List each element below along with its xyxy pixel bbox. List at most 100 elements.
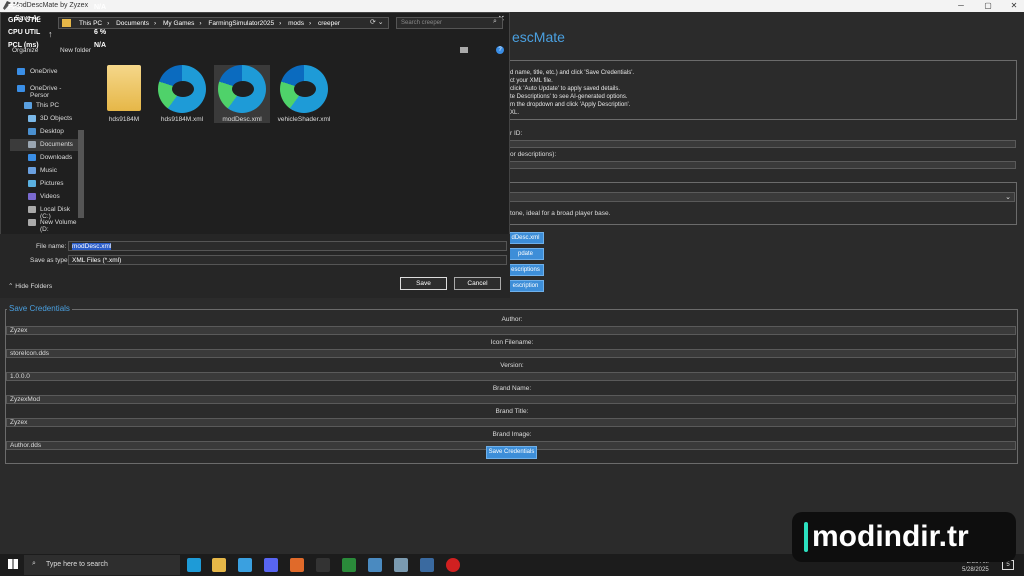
opera-taskbar-icon[interactable] xyxy=(446,558,460,572)
brand-name-input[interactable]: ZyzexMod xyxy=(6,395,1016,404)
windows-start-icon[interactable] xyxy=(8,559,18,569)
close-button[interactable]: ✕ xyxy=(1005,0,1023,12)
nav-label: This PC xyxy=(36,102,60,109)
nav-item[interactable]: New Volume (D: xyxy=(10,217,80,233)
icon-filename-label: Icon Filename: xyxy=(490,339,534,346)
descriptions-input[interactable] xyxy=(507,161,1016,169)
breadcrumb-item[interactable]: creeper xyxy=(318,20,340,27)
edge-taskbar-icon[interactable] xyxy=(187,558,201,572)
nav-item[interactable]: Local Disk (C:) xyxy=(10,204,80,220)
breadcrumb-sep: › xyxy=(199,20,202,27)
version-input[interactable]: 1.0.0.0 xyxy=(6,372,1016,381)
app-titlebar: ModDescMate by Zyzex ─ ▢ ✕ xyxy=(0,0,1024,12)
python-taskbar-icon[interactable] xyxy=(420,558,434,572)
breadcrumb-item[interactable]: FarmingSimulator2025 xyxy=(208,20,274,27)
organize-button[interactable]: Organize xyxy=(12,47,38,54)
search-icon: ⌕ xyxy=(32,560,36,567)
select-file-button[interactable]: dDesc.xml xyxy=(507,232,544,244)
app-taskbar-icon[interactable] xyxy=(290,558,304,572)
watermark-accent xyxy=(804,522,808,552)
up-arrow-icon[interactable]: ↑ xyxy=(48,29,53,39)
nav-item[interactable]: Desktop xyxy=(10,126,80,138)
auto-update-button[interactable]: pdate xyxy=(507,248,544,260)
hide-folders-label: Hide Folders xyxy=(15,283,53,290)
generate-descriptions-button[interactable]: escriptions xyxy=(507,264,544,276)
instruction-line: click 'Auto Update' to apply saved detai… xyxy=(510,86,621,92)
file-name-input[interactable]: modDesc.xml xyxy=(68,241,507,251)
nav-label: Videos xyxy=(40,193,60,200)
file-name: modDesc.xml xyxy=(222,116,262,123)
search-input[interactable]: Search creeper xyxy=(396,17,503,29)
icon-filename-input[interactable]: storeIcon.dds xyxy=(6,349,1016,358)
videos-icon xyxy=(28,193,36,200)
notepad-taskbar-icon[interactable] xyxy=(342,558,356,572)
edge-icon xyxy=(218,65,266,113)
download-icon xyxy=(28,154,36,161)
user-id-input[interactable] xyxy=(507,140,1016,148)
nav-item[interactable]: Downloads xyxy=(10,152,80,164)
file-name-label: File name: xyxy=(36,243,67,250)
documents-icon xyxy=(28,141,36,148)
nav-item[interactable]: Pictures xyxy=(10,178,80,190)
edge-icon xyxy=(280,65,328,113)
file-item[interactable]: vehicleShader.xml xyxy=(274,65,334,123)
view-icon[interactable] xyxy=(460,47,468,53)
breadcrumb-item[interactable]: mods xyxy=(288,20,304,27)
file-name-value: modDesc.xml xyxy=(72,243,112,250)
save-credentials-button[interactable]: Save Credentials xyxy=(486,446,537,459)
breadcrumb-item[interactable]: My Games xyxy=(163,20,194,27)
breadcrumb-sep: › xyxy=(153,20,157,27)
hide-folders-button[interactable]: ⌃ Hide Folders xyxy=(8,282,52,290)
apply-description-button[interactable]: escription xyxy=(507,280,544,292)
descriptions-label: or descriptions): xyxy=(510,151,557,158)
user-id-label: r ID: xyxy=(510,130,523,137)
nav-item[interactable]: Documents xyxy=(10,139,80,151)
file-item[interactable]: hds9184M.xml xyxy=(154,65,210,123)
nav-item[interactable]: This PC xyxy=(10,100,80,112)
instruction-line: d name, title, etc.) and click 'Save Cre… xyxy=(510,70,635,76)
discord-taskbar-icon[interactable] xyxy=(264,558,278,572)
maximize-button[interactable]: ▢ xyxy=(979,0,997,12)
help-icon[interactable]: ? xyxy=(496,46,504,54)
cloud-icon xyxy=(17,85,25,92)
refresh-icon[interactable]: ⟳ ⌄ xyxy=(370,18,384,26)
author-input[interactable]: Zyzex xyxy=(6,326,1016,335)
breadcrumb-item[interactable]: Documents xyxy=(116,20,149,27)
app-taskbar-icon[interactable] xyxy=(368,558,382,572)
author-label: Author: xyxy=(501,316,523,323)
overlay-value: N/A xyxy=(94,41,107,49)
taskbar-search[interactable]: ⌕ Type here to search xyxy=(24,555,180,575)
terminal-taskbar-icon[interactable] xyxy=(316,558,330,572)
date: 5/28/2025 xyxy=(962,567,989,573)
nav-item[interactable]: OneDrive xyxy=(10,66,80,78)
nav-item[interactable]: Videos xyxy=(10,191,80,203)
file-name: hds9184M.xml xyxy=(160,116,204,123)
nav-item[interactable]: 3D Objects xyxy=(10,113,80,125)
version-label: Version: xyxy=(500,362,524,369)
save-button[interactable]: Save xyxy=(400,277,447,290)
save-type-select[interactable]: XML Files (*.xml) xyxy=(68,255,507,265)
taskbar-search-text: Type here to search xyxy=(46,561,108,568)
nav-scrollbar[interactable] xyxy=(78,130,84,218)
explorer-taskbar-icon[interactable] xyxy=(212,558,226,572)
nav-label: OneDrive xyxy=(30,68,58,75)
nav-label: Music xyxy=(40,167,57,174)
nav-item[interactable]: OneDrive - Persor xyxy=(10,83,80,99)
file-item[interactable]: hds9184M xyxy=(96,65,152,123)
nav-item[interactable]: Music xyxy=(10,165,80,177)
address-bar[interactable]: This PC › Documents › My Games › FarmingSim… xyxy=(58,17,389,29)
brand-title-input[interactable]: Zyzex xyxy=(6,418,1016,427)
chevron-down-icon: ⌄ xyxy=(1005,194,1011,201)
store-taskbar-icon[interactable] xyxy=(238,558,252,572)
description-dropdown[interactable]: ⌄ xyxy=(509,192,1015,202)
minimize-button[interactable]: ─ xyxy=(952,0,970,12)
new-folder-button[interactable]: New folder xyxy=(60,47,91,54)
nav-label: 3D Objects xyxy=(40,115,73,122)
edge-icon xyxy=(158,65,206,113)
file-item[interactable]: modDesc.xml xyxy=(214,65,270,123)
cancel-button[interactable]: Cancel xyxy=(454,277,501,290)
breadcrumb-item[interactable]: This PC xyxy=(79,20,102,27)
brand-image-label: Brand Image: xyxy=(492,431,532,438)
overlay-label: FPS xyxy=(8,4,22,11)
app-taskbar-icon[interactable] xyxy=(394,558,408,572)
